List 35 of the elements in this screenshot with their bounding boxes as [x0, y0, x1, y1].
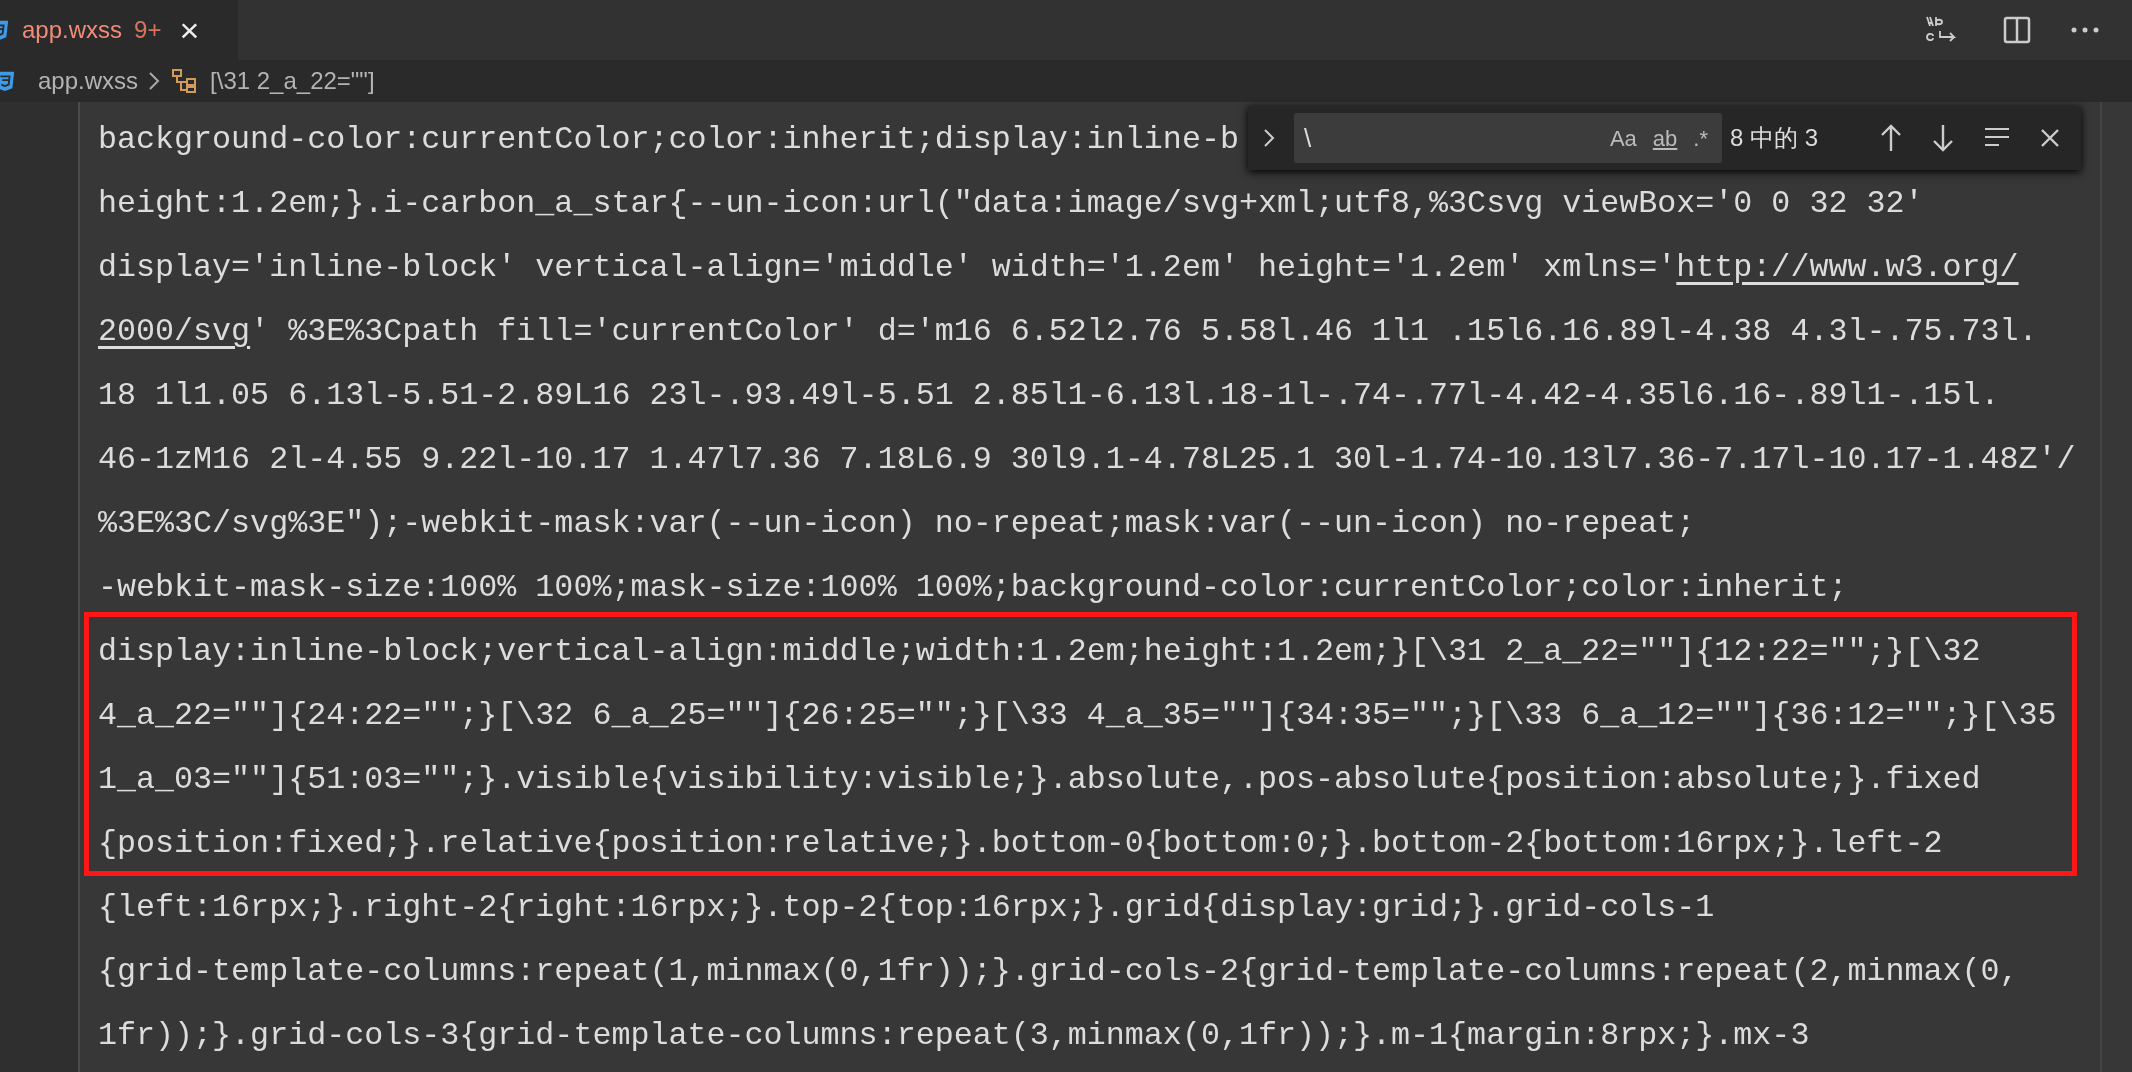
- toggle-button[interactable]: ab: [1646, 119, 1684, 157]
- code-line: 1fr));}.grid-cols-3{grid-template-columns:repeat(3,minmax(0,1fr));}.m-1{margin:8rpx;}.mx-3: [98, 1017, 1810, 1056]
- code-line: %3E%3C/svg%3E");-webkit-mask:var(--un-icon) no-repeat;mask:var(--un-icon) no-repeat;: [98, 505, 1696, 544]
- code-line: {position:fixed;}.relative{position:relative;}.bottom-0{bottom:0;}.bottom-2{bottom:16rpx;}.left-2: [98, 825, 1943, 864]
- code-line: display:inline-block;vertical-align:middle;width:1.2em;height:1.2em;}[\31 2_a_22=""]{12:22="";}[\32: [98, 633, 1981, 672]
- tab-label: app.wxss: [22, 15, 123, 45]
- more-icon: [2070, 26, 2100, 34]
- search-field[interactable]: \ Aa ab .*: [1294, 113, 1722, 163]
- breadcrumb-item[interactable]: app.wxss: [38, 63, 139, 99]
- split-editor-icon: [2002, 15, 2032, 45]
- code-line: 2000/svg' %3E%3Cpath fill='currentColor' d='m16 6.52l2.76 5.58l.46 1l1 .15l6.16.89l-4.38 4.3l-.75.73l.: [98, 313, 2038, 352]
- code-line: {grid-template-columns:repeat(1,minmax(0,1fr));}.grid-cols-2{grid-template-columns:repeat(2,minmax(0,: [98, 953, 2019, 992]
- code-line: -webkit-mask-size:100% 100%;mask-size:100% 100%;background-color:currentColor;color:inherit;: [98, 569, 1848, 608]
- toggle-button[interactable]: Aa: [1603, 119, 1643, 157]
- arrow-down-icon: [1931, 123, 1955, 153]
- editor-tab[interactable]: app.wxss 9+ ×: [0, 0, 238, 60]
- breadcrumb-item[interactable]: [\31 2_a_22=""]: [210, 63, 375, 99]
- code-line: height:1.2em;}.i-carbon_a_star{--un-icon:url("data:image/svg+xml;utf8,%3Csvg viewBox='0 0 32 32': [98, 185, 1924, 224]
- link[interactable]: 2000/svg: [98, 314, 251, 350]
- chevron-right-icon: [148, 71, 161, 91]
- close-icon: [2039, 127, 2061, 149]
- arrow-up-icon: [1879, 123, 1903, 153]
- code-line: display='inline-block' vertical-align='middle' width='1.2em' height='1.2em' xmlns='http://www.w3.org/: [98, 249, 2019, 288]
- code-line: 1_a_03=""]{51:03="";}.visible{visibility:visible;}.absolute,.pos-absolute{position:absolute;}.fixed: [98, 761, 1981, 800]
- link[interactable]: http://www.w3.org/: [1676, 250, 2019, 286]
- problem-count: 9+: [134, 15, 162, 45]
- code-line: 4_a_22=""]{24:22="";}[\32 6_a_25=""]{26:25="";}[\33 4_a_35=""]{34:35="";}[\33 6_a_12=""]{36:12="";}[\35: [98, 697, 2057, 736]
- code-line: 18 1l1.05 6.13l-5.51-2.89L16 23l-.93.49l-5.51 2.85l1-6.13l.18-1l-.74-.77l-4.42-4.35l6.16-.89l1-.15l.: [98, 377, 2000, 416]
- close-button[interactable]: ×: [173, 13, 206, 47]
- lines-icon: [1983, 127, 2011, 149]
- toggle-button[interactable]: .*: [1687, 119, 1714, 157]
- code-line: {left:16rpx;}.right-2{right:16rpx;}.top-2{top:16rpx;}.grid{display:grid;}.grid-cols-1: [98, 889, 1715, 928]
- match-count: 8 中的 3: [1730, 123, 1819, 153]
- code-line: background-color:currentColor;color:inherit;display:inline-b: [98, 121, 1239, 160]
- code-line: 46-1zM16 2l-4.55 9.22l-10.17 1.47l7.36 7.18L6.9 30l9.1-4.78L25.1 30l-1.74-10.13l7.36-7.17l-10.17-1.48Z'/: [98, 441, 2076, 480]
